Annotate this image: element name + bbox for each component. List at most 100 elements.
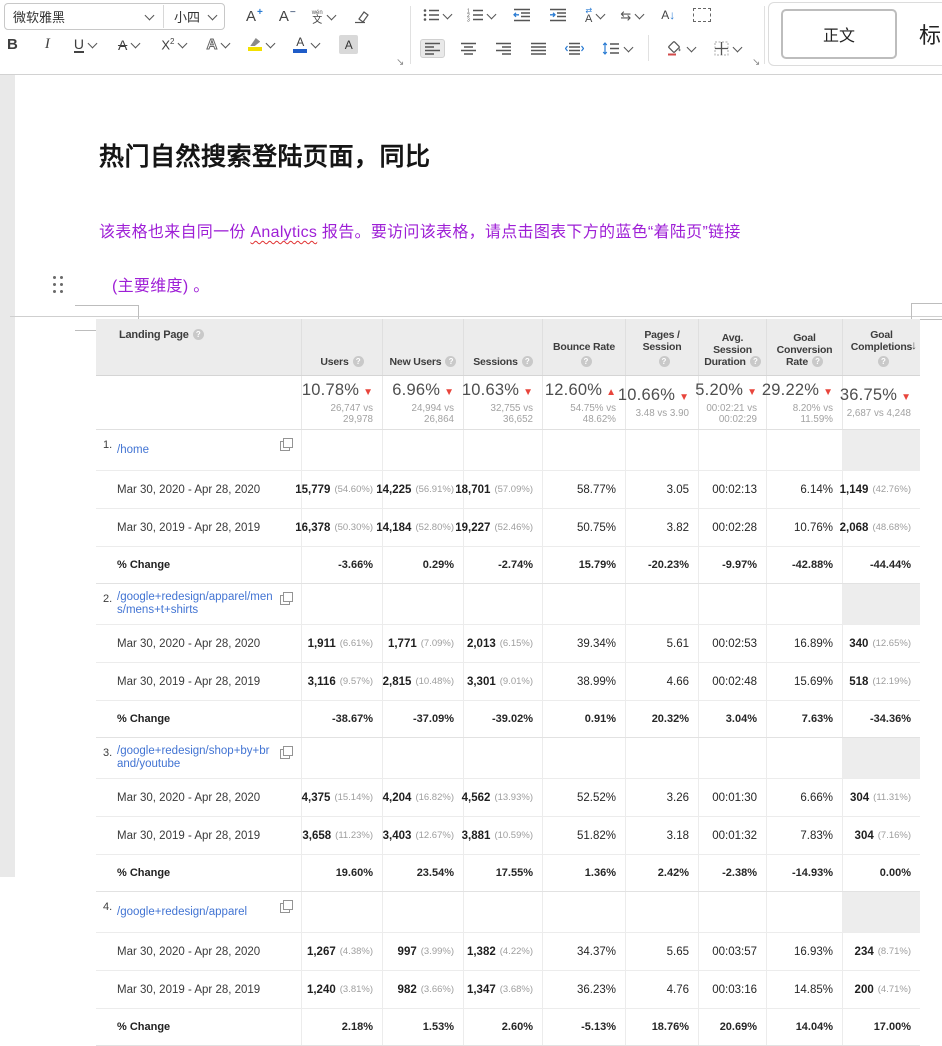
metric-share: (3.99%) (421, 946, 454, 957)
metric-cell: 3,116(9.57%) (301, 663, 382, 700)
help-icon[interactable]: ? (193, 329, 204, 340)
metric-share: (9.01%) (500, 676, 533, 687)
arrow-down-icon: ▼ (363, 387, 373, 398)
font-name-select[interactable]: 微软雅黑 小四 (4, 3, 225, 30)
landing-page-link[interactable]: /google+redesign/shop+by+brand/youtube (117, 745, 273, 771)
open-in-new-icon[interactable] (280, 903, 290, 913)
italic-button[interactable]: I (42, 34, 53, 55)
paragraph-dialog-launcher[interactable]: ↘ (752, 58, 760, 68)
help-icon[interactable]: ? (659, 356, 670, 367)
help-icon[interactable]: ? (522, 356, 533, 367)
help-icon[interactable]: ? (878, 356, 889, 367)
selection-handle-right[interactable] (911, 303, 942, 320)
align-left-button[interactable] (420, 39, 445, 58)
summary-value-line: 10.63%▼ (462, 381, 533, 400)
superscript-button[interactable]: X2 (158, 35, 189, 54)
align-center-button[interactable] (457, 40, 480, 57)
increase-indent-button[interactable] (546, 6, 570, 24)
help-icon[interactable]: ? (445, 356, 456, 367)
character-shading-button[interactable]: A (336, 33, 361, 56)
help-icon[interactable]: ? (812, 356, 823, 367)
metric-value: 2,068 (840, 522, 869, 534)
increase-indent-icon (549, 8, 567, 22)
phonetic-guide-button[interactable]: wén 文 (309, 8, 338, 26)
shading-button[interactable] (662, 39, 698, 58)
text-frame-button[interactable] (690, 6, 714, 24)
landing-page-link[interactable]: /google+redesign/apparel (117, 906, 247, 919)
empty-cell (625, 430, 698, 470)
metric-cell: 10.76% (766, 509, 842, 546)
text-direction-button[interactable]: ⇄ A (582, 5, 607, 25)
help-icon[interactable]: ? (353, 356, 364, 367)
align-right-button[interactable] (492, 40, 515, 57)
decrease-indent-button[interactable] (510, 6, 534, 24)
character-swap-button[interactable]: ⇆ (617, 7, 646, 24)
metric-cell: 23.54% (382, 855, 463, 891)
underline-button[interactable]: U (71, 35, 99, 55)
sort-icon: A↓ (661, 8, 675, 22)
metric-share: (7.09%) (421, 638, 454, 649)
numbering-button[interactable]: 123 (464, 6, 498, 24)
metric-share: (4.38%) (340, 946, 373, 957)
metric-share: (12.65%) (872, 638, 911, 649)
column-header-label: Sessions? (473, 356, 533, 368)
empty-cell (382, 584, 463, 624)
metric-cell: 15.79% (542, 547, 625, 583)
text-effects-button[interactable]: A (203, 34, 232, 55)
style-heading-partial[interactable]: 标 (919, 18, 941, 50)
column-header-text: Goal Conversion Rate (777, 332, 833, 368)
metric-cell: 16,378(50.30%) (301, 509, 382, 546)
bullets-button[interactable] (420, 6, 454, 24)
highlight-color-button[interactable] (245, 36, 277, 53)
document-paragraph-line2: (主要维度) 。 (112, 272, 210, 296)
chevron-down-icon (326, 11, 336, 21)
help-icon[interactable]: ? (581, 356, 592, 367)
distribute-text-button[interactable] (562, 40, 587, 57)
open-in-new-icon[interactable] (280, 595, 290, 605)
metric-share: (15.14%) (334, 792, 373, 803)
style-normal[interactable]: 正文 (781, 9, 897, 59)
borders-button[interactable] (711, 39, 744, 58)
empty-cell (542, 584, 625, 624)
metric-cell: -3.66% (301, 547, 382, 583)
group-divider (410, 6, 411, 64)
help-row: ? (655, 356, 670, 368)
bold-button[interactable]: B (4, 34, 21, 55)
summary-value-line: 29.22%▼ (762, 381, 833, 400)
metric-share: (6.61%) (340, 638, 373, 649)
metric-value: 1,347 (467, 984, 496, 996)
font-group: 微软雅黑 小四 A+ A− wén 文 (4, 0, 406, 70)
open-in-new-icon[interactable] (280, 441, 290, 451)
metric-cell: 58.77% (542, 471, 625, 508)
strikethrough-button[interactable]: A (115, 35, 142, 55)
shrink-font-button[interactable]: A− (276, 6, 299, 28)
metric-cell: 17.55% (463, 855, 542, 891)
font-color-button[interactable]: A (290, 35, 322, 55)
metric-cell: 3,403(12.67%) (382, 817, 463, 854)
line-spacing-button[interactable] (599, 40, 635, 57)
metric-cell: 19,227(52.46%) (463, 509, 542, 546)
sort-button[interactable]: A↓ (658, 6, 678, 24)
landing-page-row: 3./google+redesign/shop+by+brand/youtube (96, 738, 920, 779)
metric-cell: 1,911(6.61%) (301, 625, 382, 662)
sort-descending-icon[interactable]: ↓ (911, 338, 917, 352)
metric-cell: 3.82 (625, 509, 698, 546)
block-drag-handle-icon[interactable] (53, 276, 63, 293)
empty-cell (698, 892, 766, 932)
metric-value: 14,184 (376, 522, 411, 534)
landing-page-link[interactable]: /google+redesign/apparel/mens/mens+t+shi… (117, 591, 273, 617)
metric-share: (8.71%) (878, 946, 911, 957)
column-header: Sessions? (463, 319, 542, 375)
font-dialog-launcher[interactable]: ↘ (396, 58, 404, 68)
metric-share: (11.31%) (873, 792, 911, 803)
help-icon[interactable]: ? (750, 356, 761, 367)
justify-button[interactable] (527, 40, 550, 57)
summary-comparison: 2,687 vs 4,248 (847, 408, 911, 419)
metric-cell: 2.18% (301, 1009, 382, 1045)
clear-formatting-button[interactable] (350, 7, 373, 26)
open-in-new-icon[interactable] (280, 749, 290, 759)
landing-page-link[interactable]: /home (117, 444, 149, 457)
help-row: ? (577, 356, 592, 368)
metric-value: 3,301 (467, 676, 496, 688)
grow-font-button[interactable]: A+ (243, 6, 266, 28)
